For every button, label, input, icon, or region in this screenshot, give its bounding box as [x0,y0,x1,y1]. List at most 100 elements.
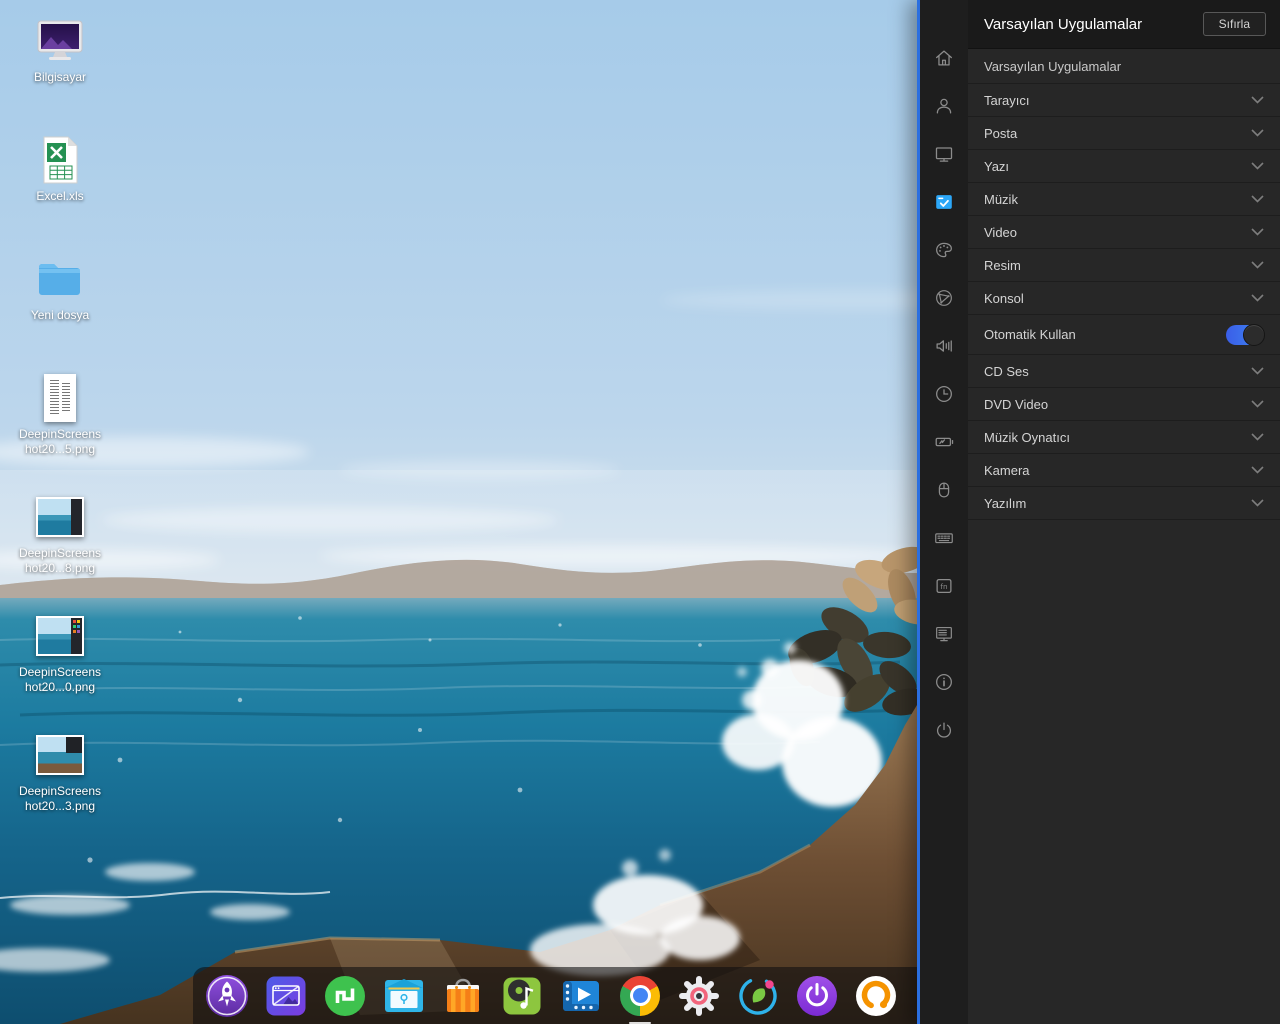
desktop-icon-excel[interactable]: Excel.xls [8,135,112,254]
voice-recorder-icon[interactable] [854,974,898,1018]
page-title: Varsayılan Uygulamalar [984,15,1143,33]
chevron-down-icon [1251,499,1264,507]
desktop-icon-label: Yeni dosya [30,308,90,322]
chevron-down-icon [1251,400,1264,408]
sidebar-item-power-battery[interactable] [920,418,968,466]
sidebar-item-home[interactable] [920,34,968,82]
sidebar-item-accounts[interactable] [920,82,968,130]
image-file-icon [36,492,84,542]
row-muzik[interactable]: Müzik [968,182,1280,215]
sidebar-item-default-applications[interactable] [920,178,968,226]
network-icon [936,290,952,306]
image-file-icon [36,730,84,780]
row-dvd-video[interactable]: DVD Video [968,387,1280,420]
accounts-icon [936,98,952,114]
chevron-down-icon [1251,195,1264,203]
image-file-icon [44,373,76,423]
boot-menu-icon [936,626,952,642]
toggle-knob [1243,323,1265,346]
excel-file-icon [40,135,80,185]
chevron-down-icon [1251,228,1264,236]
row-muzik-oynatici[interactable]: Müzik Oynatıcı [968,420,1280,453]
sidebar-item-shortcuts[interactable]: fn [920,562,968,610]
control-center-sidebar: fn [920,0,968,1024]
info-icon [936,674,952,690]
desktop-icon-grid: Bilgisayar Excel.xls Yeni dosya DeepinSc… [8,16,112,849]
mail-app-icon[interactable] [382,974,426,1018]
row-otomatik-kullan: Otomatik Kullan [968,314,1280,354]
chevron-down-icon [1251,466,1264,474]
desktop-icon-label: DeepinScreens [18,546,102,560]
launcher-icon[interactable] [205,974,249,1018]
mouse-icon [938,482,950,498]
file-manager-icon[interactable] [264,974,308,1018]
row-konsol[interactable]: Konsol [968,281,1280,314]
row-yazilim[interactable]: Yazılım [968,486,1280,519]
row-tarayici[interactable]: Tarayıcı [968,83,1280,116]
chevron-down-icon [1251,294,1264,302]
desktop-icon-screenshot-3[interactable]: DeepinScreens hot20...3.png [8,730,112,849]
sidebar-item-datetime[interactable] [920,370,968,418]
sidebar-item-keyboard[interactable] [920,514,968,562]
desktop-icon-label: Excel.xls [36,189,84,203]
sidebar-item-mouse[interactable] [920,466,968,514]
leaf-app-icon[interactable] [736,974,780,1018]
chevron-down-icon [1251,96,1264,104]
music-player-icon[interactable] [500,974,544,1018]
desktop-icon-screenshot-0[interactable]: DeepinScreens hot20...0.png [8,611,112,730]
sidebar-item-system-info[interactable] [920,658,968,706]
sidebar-item-network[interactable] [920,274,968,322]
chevron-down-icon [1251,261,1264,269]
battery-icon [935,437,954,447]
chevron-down-icon [1251,367,1264,375]
auto-use-toggle[interactable] [1226,323,1265,346]
control-center-content: Varsayılan Uygulamalar Sıfırla Varsayıla… [968,0,1280,1024]
desktop-icon-computer[interactable]: Bilgisayar [8,16,112,135]
chevron-down-icon [1251,162,1264,170]
reset-button[interactable]: Sıfırla [1202,12,1266,36]
control-center-icon[interactable] [677,974,721,1018]
chevron-down-icon [1251,433,1264,441]
control-center-panel: fn Varsayılan Uygulamalar Sıfırla Varsay… [917,0,1280,1024]
sidebar-item-shutdown[interactable] [920,706,968,754]
folder-icon [37,254,83,304]
desktop-icon-folder[interactable]: Yeni dosya [8,254,112,373]
home-icon [936,50,952,66]
desktop-icon-label: DeepinScreens [18,427,102,441]
sidebar-item-personalization[interactable] [920,226,968,274]
row-yazi[interactable]: Yazı [968,149,1280,182]
keyboard-icon [935,533,953,544]
shutdown-icon [936,722,952,738]
default-applications-icon [936,195,952,209]
desktop-icon-label: DeepinScreens [18,784,102,798]
desktop-icon-label: DeepinScreens [18,665,102,679]
row-resim[interactable]: Resim [968,248,1280,281]
sidebar-item-display[interactable] [920,130,968,178]
desktop-icon-screenshot-8[interactable]: DeepinScreens hot20...8.png [8,492,112,611]
image-file-icon [36,611,84,661]
row-kamera[interactable]: Kamera [968,453,1280,486]
chrome-browser-icon[interactable] [618,974,662,1024]
package-app-icon[interactable] [323,974,367,1018]
row-posta[interactable]: Posta [968,116,1280,149]
svg-text:fn: fn [940,582,948,591]
desktop-icon-label: Bilgisayar [33,70,87,84]
fn-icon: fn [936,578,952,594]
personalization-icon [936,242,952,258]
app-store-icon[interactable] [441,974,485,1018]
power-icon[interactable] [795,974,839,1018]
chevron-down-icon [1251,129,1264,137]
row-video[interactable]: Video [968,215,1280,248]
movie-player-icon[interactable] [559,974,603,1018]
row-cd-ses[interactable]: CD Ses [968,354,1280,387]
desktop-icon-screenshot-5[interactable]: DeepinScreens hot20...5.png [8,373,112,492]
panel-empty-area [968,519,1280,1024]
sidebar-item-boot-menu[interactable] [920,610,968,658]
sound-icon [936,340,952,352]
display-icon [935,147,953,162]
section-header: Varsayılan Uygulamalar [984,58,1122,74]
sidebar-item-sound[interactable] [920,322,968,370]
panel-header: Varsayılan Uygulamalar Sıfırla [968,0,1280,49]
clock-icon [936,386,952,402]
computer-icon [36,16,84,66]
